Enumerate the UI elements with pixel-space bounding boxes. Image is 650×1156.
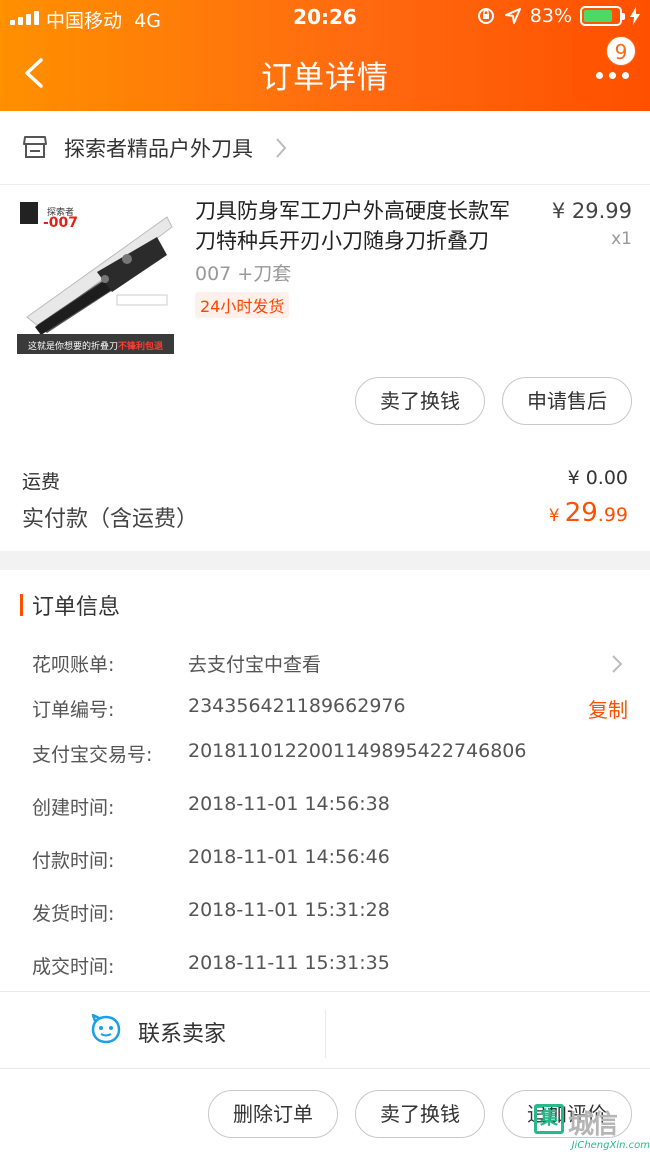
watermark-box: 集 <box>534 1104 564 1134</box>
created-time-value: 2018-11-01 14:56:38 <box>188 793 390 815</box>
divider <box>0 1068 650 1069</box>
contact-seller-label: 联系卖家 <box>138 1022 227 1047</box>
order-number-row: 订单编号: 234356421189662976 复制 <box>0 689 650 729</box>
shipped-time-row: 发货时间: 2018-11-01 15:31:28 <box>0 893 650 933</box>
thumbnail-model: -007 <box>43 215 79 231</box>
page-title: 订单详情 <box>261 60 389 96</box>
shipping-tag: 24小时发货 <box>195 292 290 318</box>
order-number-value: 234356421189662976 <box>188 695 406 717</box>
product-thumbnail[interactable]: 探索者 -007 这就是你想要的折叠刀不锋利包退 <box>17 197 174 354</box>
delete-order-button[interactable]: 删除订单 <box>208 1090 338 1138</box>
knife-image <box>17 197 174 354</box>
completed-time-value: 2018-11-11 15:31:35 <box>188 952 390 974</box>
contact-seller-button[interactable]: 联系卖家 <box>0 992 325 1068</box>
resell-button-bottom[interactable]: 卖了换钱 <box>355 1090 485 1138</box>
resell-button[interactable]: 卖了换钱 <box>355 377 485 425</box>
shop-icon <box>23 136 47 158</box>
chat-bubble-icon <box>91 1014 121 1044</box>
status-right: 83% <box>476 5 640 27</box>
shop-row[interactable]: 探索者精品户外刀具 <box>0 111 650 185</box>
alipay-number-row: 支付宝交易号: 2018110122001149895422746806 <box>0 734 650 774</box>
battery-fill <box>584 10 613 22</box>
watermark-logo: 集 城信 JiChengXin.com <box>534 1098 650 1156</box>
created-time-row: 创建时间: 2018-11-01 14:56:38 <box>0 787 650 827</box>
order-number-label: 订单编号: <box>32 699 115 721</box>
shipped-time-value: 2018-11-01 15:31:28 <box>188 899 390 921</box>
completed-time-row: 成交时间: 2018-11-11 15:31:35 <box>0 946 650 986</box>
completed-time-label: 成交时间: <box>32 956 115 978</box>
order-item-card: 探索者精品户外刀具 探索者 -007 这就是你想要的折叠刀不锋利包退 刀具防身军… <box>0 111 650 551</box>
order-info-card: 订单信息 花呗账单: 去支付宝中查看 订单编号: 234356421189662… <box>0 570 650 1156</box>
battery-percent: 83% <box>529 5 572 27</box>
charging-icon <box>630 7 640 25</box>
shipped-time-label: 发货时间: <box>32 903 115 925</box>
after-sale-button[interactable]: 申请售后 <box>502 377 632 425</box>
chevron-right-icon <box>276 138 287 158</box>
location-icon <box>504 8 521 24</box>
product-sku: 007 +刀套 <box>195 263 292 285</box>
huabei-label: 花呗账单: <box>32 654 115 676</box>
paid-time-value: 2018-11-01 14:56:46 <box>188 846 390 868</box>
shipping-fee-label: 运费 <box>22 471 61 493</box>
created-time-label: 创建时间: <box>32 797 115 819</box>
thumbnail-banner-text: 这就是你想要的折叠刀不锋利包退 <box>27 342 164 352</box>
alipay-number-value: 2018110122001149895422746806 <box>188 740 527 762</box>
orientation-lock-icon <box>477 8 494 24</box>
watermark-url: JiChengXin.com <box>571 1140 650 1151</box>
paid-amount-value: ¥ 29.99 <box>548 498 628 528</box>
product-quantity: x1 <box>611 229 632 249</box>
shop-name[interactable]: 探索者精品户外刀具 <box>64 133 253 163</box>
paid-amount-label: 实付款（含运费） <box>22 507 199 532</box>
copy-button[interactable]: 复制 <box>588 694 628 723</box>
paid-time-label: 付款时间: <box>32 850 115 872</box>
header: 中国移动 4G 20:26 83% 订单详情 9 <box>0 0 650 111</box>
product-price: ¥ 29.99 <box>551 199 632 223</box>
notification-badge: 9 <box>606 36 636 66</box>
battery-icon <box>580 6 625 26</box>
vertical-divider <box>325 1010 326 1058</box>
huabei-row[interactable]: 花呗账单: 去支付宝中查看 <box>0 644 650 684</box>
status-bar: 中国移动 4G 20:26 83% <box>0 0 650 36</box>
chevron-right-icon <box>612 655 623 673</box>
paid-time-row: 付款时间: 2018-11-01 14:56:46 <box>0 840 650 880</box>
section-accent-bar <box>20 594 23 616</box>
section-title: 订单信息 <box>32 595 121 620</box>
huabei-value[interactable]: 去支付宝中查看 <box>188 650 321 677</box>
shipping-fee-value: ¥ 0.00 <box>567 467 628 489</box>
alipay-number-label: 支付宝交易号: <box>32 744 153 766</box>
product-title[interactable]: 刀具防身军工刀户外高硬度长款军刀特种兵开刃小刀随身刀折叠刀 <box>195 196 525 256</box>
watermark-chars: 城信 <box>568 1110 618 1140</box>
